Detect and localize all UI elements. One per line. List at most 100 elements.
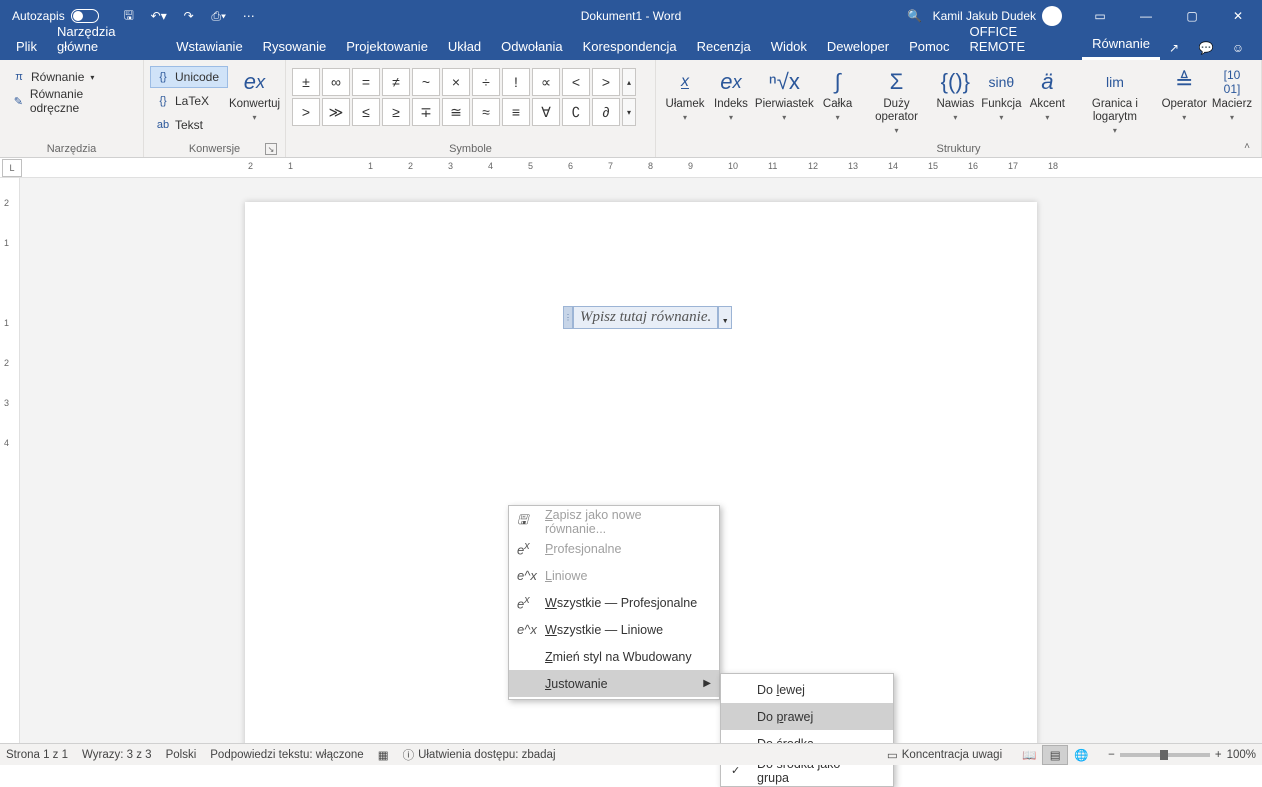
equation-box[interactable]: ⋮ Wpisz tutaj równanie. ▼ [563,306,732,329]
tab-insert[interactable]: Wstawianie [166,34,252,60]
unicode-button[interactable]: {}Unicode [150,66,228,88]
collapse-ribbon-icon[interactable]: ˄ [1238,139,1256,153]
zoom-out-button[interactable]: − [1108,749,1115,761]
tab-design[interactable]: Projektowanie [336,34,438,60]
gallery-expand[interactable]: ▾ [622,98,636,126]
share-icon[interactable]: ↗ [1160,36,1188,60]
tab-draw[interactable]: Rysowanie [253,34,337,60]
menu-all-professional[interactable]: exWszystkie — Profesjonalne [509,589,719,616]
vertical-ruler[interactable]: 211234 [0,178,20,764]
menu-all-linear[interactable]: e^xWszystkie — Liniowe [509,616,719,643]
symbol-approx[interactable]: ≈ [472,98,500,126]
latex-button[interactable]: {}LaTeX [150,90,228,112]
convert-button[interactable]: ex Konwertuj ▾ [230,62,279,122]
equation-button[interactable]: πRównanie▾ [6,66,137,88]
maximize-button[interactable]: ▢ [1172,0,1212,32]
symbol-muchgreater[interactable]: ≫ [322,98,350,126]
view-print-layout[interactable]: ▤ [1042,745,1068,765]
tab-review[interactable]: Recenzja [687,34,761,60]
minimize-button[interactable]: — [1126,0,1166,32]
menu-change-style[interactable]: Zmień styl na Wbudowany [509,643,719,670]
status-text-predictions[interactable]: Podpowiedzi tekstu: włączone [210,749,363,761]
feedback-smile-icon[interactable]: ☺ [1224,36,1252,60]
view-web-layout[interactable]: 🌐 [1068,745,1094,765]
bracket-button[interactable]: {()}Nawias▾ [932,62,978,122]
tab-mailings[interactable]: Korespondencja [573,34,687,60]
symbol-plusminus[interactable]: ± [292,68,320,96]
symbol-infinity[interactable]: ∞ [322,68,350,96]
text-button[interactable]: abTekst [150,114,228,136]
symbol-mp[interactable]: ∓ [412,98,440,126]
symbol-propto[interactable]: ∝ [532,68,560,96]
ruler-corner-icon[interactable]: L [2,159,22,177]
qat-customize-icon[interactable]: ⋯ [237,4,261,28]
symbol-equals[interactable]: = [352,68,380,96]
symbol-factorial[interactable]: ! [502,68,530,96]
accent-button[interactable]: äAkcent▾ [1024,62,1070,122]
symbol-tilde[interactable]: ~ [412,68,440,96]
tab-developer[interactable]: Deweloper [817,34,899,60]
zoom-slider[interactable] [1120,753,1210,757]
symbol-complement[interactable]: ∁ [562,98,590,126]
symbol-greater[interactable]: > [592,68,620,96]
zoom-in-button[interactable]: + [1215,749,1222,761]
submenu-right[interactable]: Do prawej [721,703,893,730]
operator-button[interactable]: ≜Operator▾ [1159,62,1209,122]
symbol-notequal[interactable]: ≠ [382,68,410,96]
status-language[interactable]: Polski [166,749,197,761]
script-button[interactable]: exIndeks▾ [708,62,754,122]
status-page[interactable]: Strona 1 z 1 [6,749,68,761]
status-focus-mode[interactable]: ▭Koncentracja uwagi [887,748,1002,762]
tab-layout[interactable]: Układ [438,34,491,60]
symbol-congruent[interactable]: ≅ [442,98,470,126]
equation-options-dropdown[interactable]: ▼ [718,306,732,329]
submenu-left[interactable]: Do lewej [721,676,893,703]
matrix-button[interactable]: [1001]Macierz▾ [1209,62,1255,122]
tab-help[interactable]: Pomoc [899,34,959,60]
status-words[interactable]: Wyrazy: 3 z 3 [82,749,152,761]
function-button[interactable]: sinθFunkcja▾ [978,62,1024,122]
view-read-mode[interactable]: 📖 [1016,745,1042,765]
accessibility-icon: ⓘ [403,747,415,763]
tab-office-remote[interactable]: OFFICE REMOTE [960,19,1083,60]
symbol-less[interactable]: < [562,68,590,96]
symbol-partial[interactable]: ∂ [592,98,620,126]
equation-handle-icon[interactable]: ⋮ [563,306,573,329]
menu-professional[interactable]: exProfesjonalne [509,535,719,562]
comments-icon[interactable]: 💬 [1192,36,1220,60]
tab-references[interactable]: Odwołania [491,34,572,60]
ink-equation-button[interactable]: ✎Równanie odręczne [6,90,137,112]
tab-view[interactable]: Widok [761,34,817,60]
quickprint-icon[interactable]: ⎙▾ [207,4,231,28]
symbol-divide[interactable]: ÷ [472,68,500,96]
integral-button[interactable]: ∫Całka▾ [815,62,861,122]
symbol-gt2[interactable]: > [292,98,320,126]
gallery-scroll-up[interactable]: ▴ [622,68,636,96]
tab-home[interactable]: Narzędzia główne [47,19,166,60]
horizontal-ruler[interactable]: 21123456789101112131415161718 [28,158,1262,177]
symbol-gte[interactable]: ≥ [382,98,410,126]
tab-equation[interactable]: Równanie [1082,31,1160,60]
equation-placeholder[interactable]: Wpisz tutaj równanie. [573,306,718,329]
status-accessibility[interactable]: ⓘUłatwienia dostępu: zbadaj [403,747,556,763]
symbol-times[interactable]: × [442,68,470,96]
status-macro-icon[interactable]: ▦ [378,748,389,762]
menu-linear[interactable]: e^xLiniowe [509,562,719,589]
ribbon-display-icon[interactable]: ▭ [1080,0,1120,32]
search-icon[interactable]: 🔍 [903,4,927,28]
redo-icon[interactable]: ↷ [177,4,201,28]
limit-log-button[interactable]: limGranica i logarytm▾ [1070,62,1159,135]
symbol-forall[interactable]: ∀ [532,98,560,126]
symbol-ident[interactable]: ≡ [502,98,530,126]
tab-file[interactable]: Plik [6,34,47,60]
close-button[interactable]: ✕ [1218,0,1258,32]
radical-button[interactable]: ⁿ√xPierwiastek▾ [754,62,815,122]
symbol-lte[interactable]: ≤ [352,98,380,126]
large-operator-button[interactable]: ΣDuży operator▾ [861,62,933,135]
fraction-button[interactable]: xUłamek▾ [662,62,708,122]
zoom-level[interactable]: 100% [1227,749,1256,761]
menu-justification[interactable]: Justowanie▶ [509,670,719,697]
ribbon: πRównanie▾ ✎Równanie odręczne Narzędzia … [0,60,1262,158]
dialog-launcher-icon[interactable]: ↘ [265,143,277,155]
menu-save-new-equation[interactable]: 🖫Zapisz jako nowe równanie... [509,508,719,535]
